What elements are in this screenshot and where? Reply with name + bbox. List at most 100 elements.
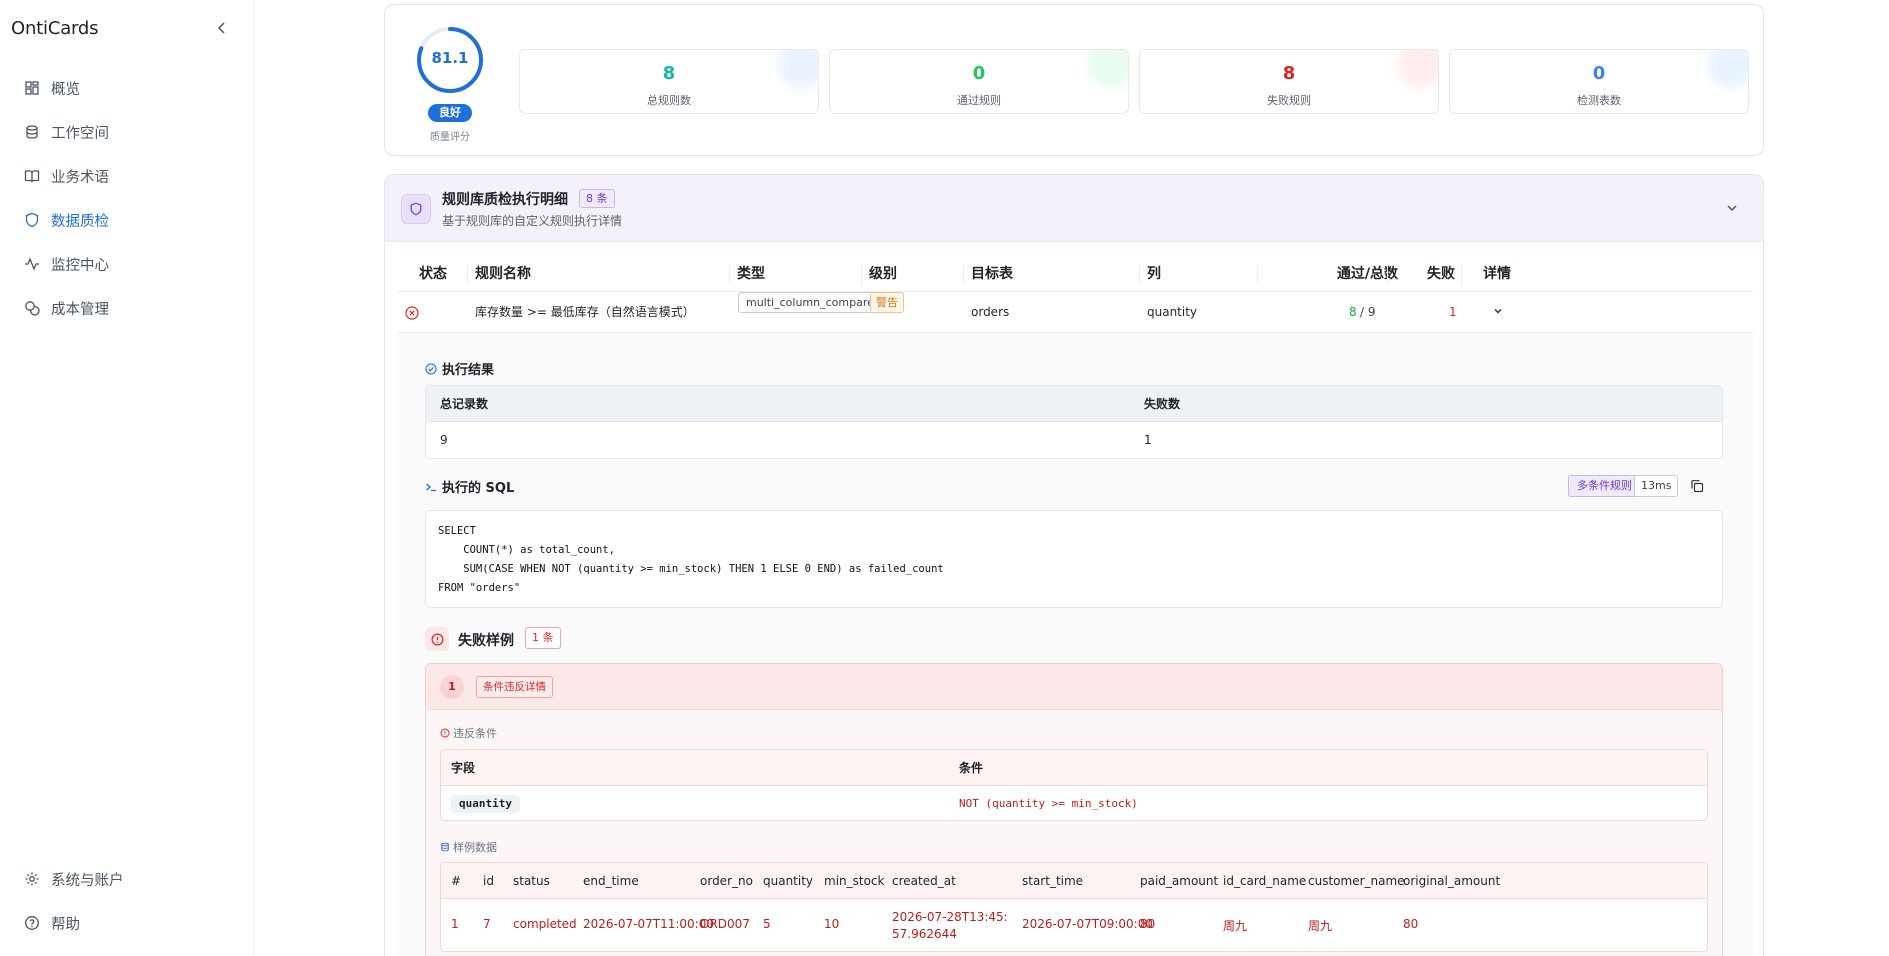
rule-column: quantity — [1147, 305, 1198, 319]
sidebar-item-glossary[interactable]: 业务术语 — [0, 156, 254, 196]
book-icon — [24, 170, 40, 183]
col-fail: 失败 — [1427, 266, 1455, 282]
sample-cell: 5 — [763, 917, 771, 931]
chevron-down-icon[interactable] — [1492, 305, 1504, 320]
sample-col: status — [513, 874, 550, 888]
sample-col: # — [451, 874, 462, 888]
rule-section-subtitle: 基于规则库的自定义规则执行详情 — [442, 214, 623, 228]
sidebar-item-help[interactable]: 帮助 — [0, 903, 254, 943]
sidebar-item-label: 数据质检 — [51, 213, 109, 230]
rule-section-header[interactable]: 规则库质检执行明细 8 条 基于规则库的自定义规则执行详情 — [385, 175, 1763, 242]
sample-cell: 1 — [451, 917, 459, 931]
stat-card-checked-tables: 0 检测表数 — [1449, 49, 1749, 114]
failure-count-badge: 1 条 — [525, 627, 561, 649]
sample-col: end_time — [583, 874, 639, 888]
col-column: 列 — [1147, 266, 1161, 282]
rule-execution-card: 规则库质检执行明细 8 条 基于规则库的自定义规则执行详情 状态 规则名称 类型… — [384, 174, 1764, 956]
sidebar-item-monitoring[interactable]: 监控中心 — [0, 244, 254, 284]
col-status: 状态 — [419, 266, 447, 282]
collapse-sidebar-icon[interactable] — [214, 20, 230, 36]
sidebar-item-workspace[interactable]: 工作空间 — [0, 112, 254, 152]
sample-data-label: 样例数据 — [440, 839, 497, 855]
sample-col: start_time — [1022, 874, 1084, 888]
sidebar-item-label: 成本管理 — [51, 301, 109, 318]
quality-summary-card: 81.1 良好 质量评分 8 总规则数 0 通过规则 8 失败规则 0 检测表数 — [384, 4, 1764, 156]
sample-cell: completed — [513, 917, 577, 931]
stat-card-failed-rules: 8 失败规则 — [1139, 49, 1439, 114]
sample-cell: 2026-07-07T09:00:00 — [1022, 917, 1153, 931]
failure-samples-title: 失败样例 — [458, 633, 514, 649]
sidebar-item-label: 系统与账户 — [51, 872, 124, 889]
chevron-down-icon[interactable] — [1725, 201, 1739, 215]
col-level: 级别 — [869, 266, 897, 282]
rule-type-tag: multi_column_compare — [738, 292, 882, 313]
main-content: 81.1 良好 质量评分 8 总规则数 0 通过规则 8 失败规则 0 检测表数 — [254, 0, 1889, 956]
sidebar-item-label: 工作空间 — [51, 125, 109, 142]
sample-data-label-text: 样例数据 — [453, 841, 497, 854]
alert-circle-icon — [425, 627, 449, 651]
sample-cell: 2026-07-07T11:00:00 — [583, 917, 714, 931]
stat-label: 失败规则 — [1267, 94, 1311, 107]
rule-target-table: orders — [971, 305, 1010, 319]
sample-cell: 10 — [824, 917, 840, 931]
sidebar-item-cost[interactable]: 成本管理 — [0, 288, 254, 328]
section-label: 执行的 SQL — [442, 481, 515, 496]
app-logo[interactable]: OntiCards — [11, 18, 99, 39]
coins-icon — [25, 301, 40, 316]
cond-header-field: 字段 — [451, 761, 476, 775]
col-detail: 详情 — [1483, 266, 1511, 282]
shield-icon — [25, 212, 39, 228]
sample-col: id — [483, 874, 494, 888]
rule-detail-panel: 执行结果 总记录数 失败数 9 1 执行的 SQL 多条件规则 13ms SEL… — [397, 333, 1753, 956]
sample-col: id_card_name — [1223, 874, 1307, 888]
help-icon — [25, 916, 39, 930]
violated-condition: NOT (quantity >= min_stock) — [959, 797, 1138, 810]
stat-label: 总规则数 — [647, 94, 691, 107]
multi-condition-tag: 多条件规则 — [1568, 475, 1641, 497]
failure-index: 1 — [440, 675, 464, 699]
copy-icon[interactable] — [1690, 479, 1704, 493]
cond-header-condition: 条件 — [959, 761, 984, 775]
col-target-table: 目标表 — [971, 266, 1013, 282]
quality-grade-badge: 良好 — [428, 104, 472, 122]
failure-sample-header: 1 条件违反详情 — [426, 664, 1722, 710]
sidebar-item-overview[interactable]: 概览 — [0, 68, 254, 108]
stat-value: 0 — [1592, 63, 1606, 84]
sample-cell: 周九 — [1223, 919, 1248, 933]
section-label: 执行结果 — [442, 363, 495, 378]
executed-sql-title: 执行的 SQL — [425, 477, 514, 496]
rule-passed-count: 8 — [1349, 305, 1357, 319]
rule-table-header: 状态 规则名称 类型 级别 目标表 列 通过/总数 失败 详情 — [397, 257, 1753, 292]
sample-cell: ORD007 — [700, 917, 750, 931]
violation-label-text: 违反条件 — [453, 727, 497, 740]
sidebar-item-label: 帮助 — [51, 916, 80, 933]
rule-count-badge: 8 条 — [579, 189, 615, 208]
rule-name: 库存数量 >= 最低库存（自然语言模式） — [475, 305, 695, 319]
stat-value: 8 — [662, 63, 676, 84]
dashboard-icon — [25, 81, 39, 95]
stat-card-total-rules: 8 总规则数 — [519, 49, 819, 114]
condition-violation-tag: 条件违反详情 — [476, 676, 553, 698]
sidebar-item-data-quality[interactable]: 数据质检 — [0, 200, 254, 240]
quality-score-value: 81.1 — [431, 49, 469, 67]
sidebar-item-settings[interactable]: 系统与账户 — [0, 859, 254, 899]
database-icon — [441, 842, 449, 852]
failure-sample-card: 1 条件违反详情 违反条件 字段 条件 quantity NOT (quanti… — [425, 663, 1723, 956]
sidebar: OntiCards 概览 工作空间 业务术语 数据质检 监控中心 成本管理 系统… — [0, 0, 254, 956]
sample-data-table: # id status end_time order_no quantity m… — [440, 862, 1708, 952]
execution-result-title: 执行结果 — [425, 359, 494, 378]
sample-col: original_amount — [1403, 874, 1501, 888]
table-row[interactable]: 库存数量 >= 最低库存（自然语言模式） multi_column_compar… — [397, 292, 1753, 333]
quality-score-label: 质量评分 — [430, 132, 470, 143]
rule-level-tag: 警告 — [870, 292, 904, 313]
result-header-total: 总记录数 — [440, 397, 489, 411]
stat-label: 检测表数 — [1577, 94, 1621, 107]
sample-col: quantity — [763, 874, 814, 888]
execution-result-table: 总记录数 失败数 9 1 — [425, 385, 1723, 459]
col-pass-total: 通过/总数 — [1336, 266, 1398, 282]
terminal-icon — [426, 483, 436, 491]
sample-cell: 80 — [1403, 917, 1419, 931]
sql-code-block[interactable]: SELECT COUNT(*) as total_count, SUM(CASE… — [425, 510, 1723, 608]
stat-card-passed-rules: 0 通过规则 — [829, 49, 1129, 114]
alert-circle-icon — [440, 728, 450, 738]
